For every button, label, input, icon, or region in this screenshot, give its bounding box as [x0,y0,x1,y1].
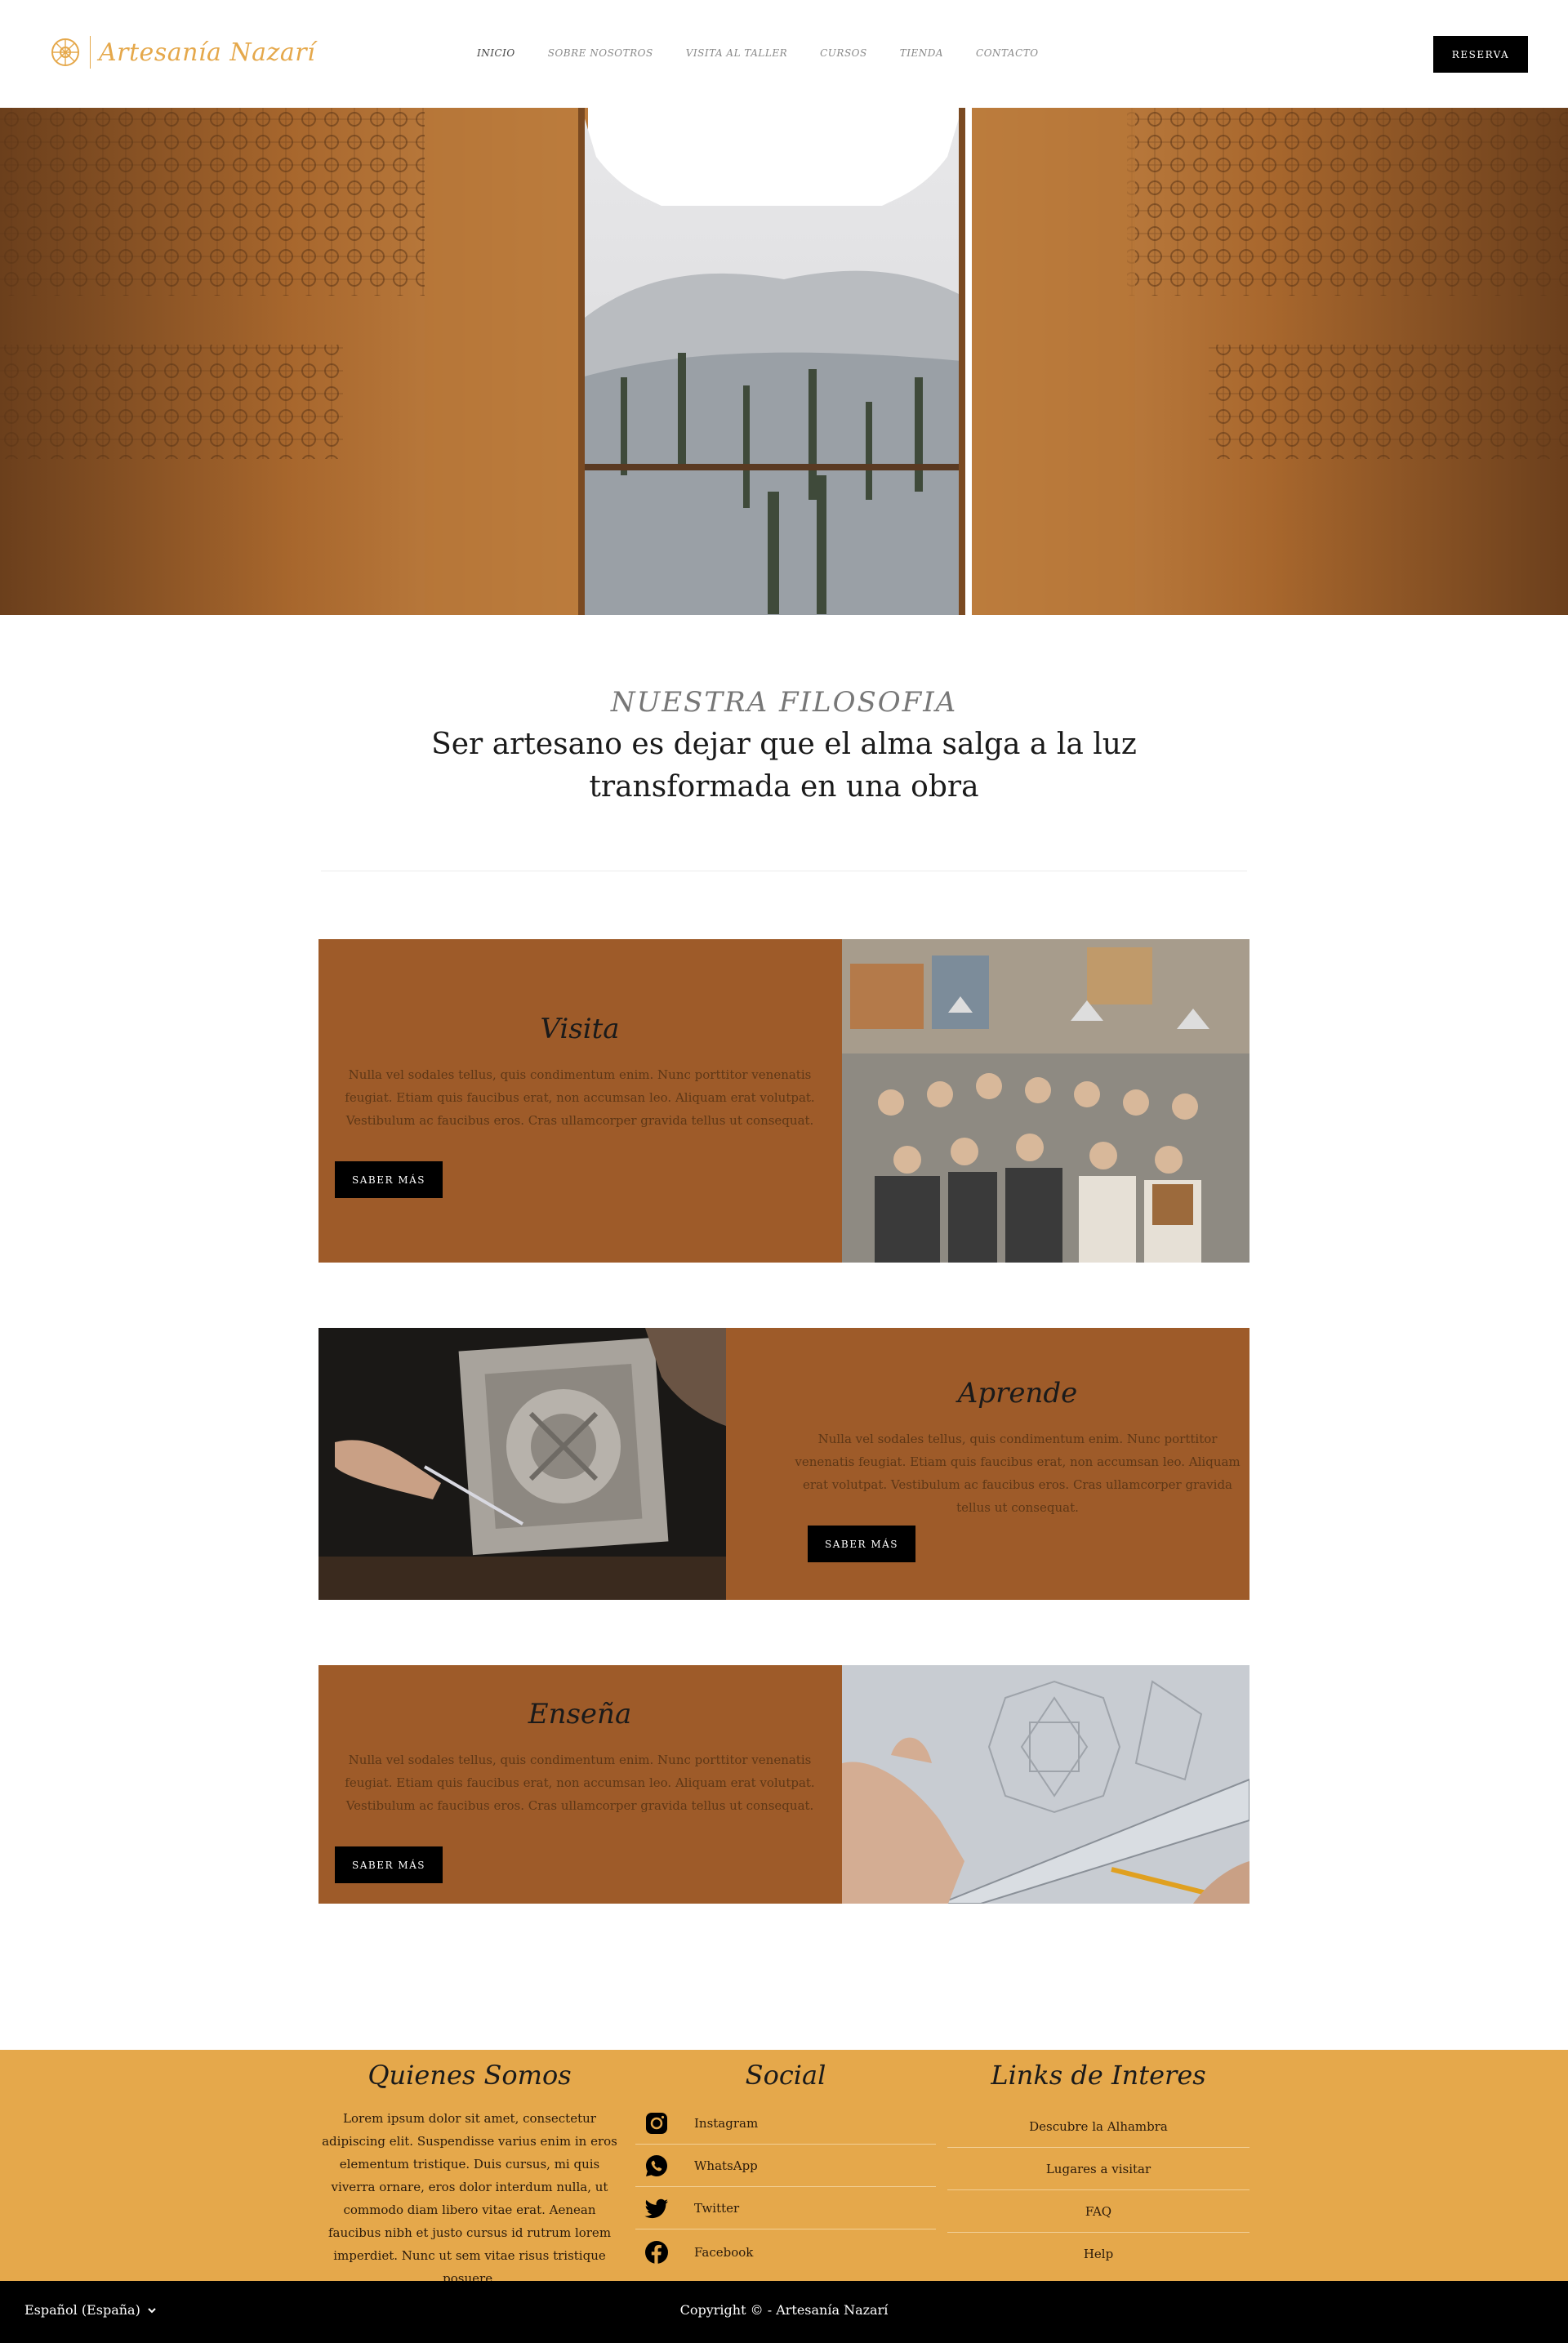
nav-item-contacto[interactable]: CONTACTO [976,47,1039,59]
carving-tile-illustration [318,1328,726,1600]
card-ensena-text: Enseña Nulla vel sodales tellus, quis co… [328,1698,831,1817]
language-selector[interactable]: Español (España) [24,2302,157,2318]
hero-image-alhambra-window [0,108,1568,615]
card-ensena-button[interactable]: SABER MÁS [335,1846,443,1883]
philosophy-title-line2: transformada en una obra [589,770,979,804]
card-visita: Visita Nulla vel sodales tellus, quis co… [318,939,1250,1263]
instagram-icon [646,2112,667,2134]
philosophy-kicker: NUESTRA FILOSOFIA [610,686,958,719]
footer-links-title: Links de Interes [991,2060,1206,2091]
nav-item-tienda[interactable]: TIENDA [900,47,943,59]
social-label-facebook: Facebook [694,2245,754,2260]
card-aprende-text: Aprende Nulla vel sodales tellus, quis c… [792,1377,1243,1519]
footer-about-title: Quienes Somos [368,2060,572,2091]
footer-link-faq[interactable]: FAQ [947,2190,1250,2233]
card-aprende-title: Aprende [957,1377,1078,1410]
main-nav: INICIO SOBRE NOSOTROS VISITA AL TALLER C… [477,47,1039,59]
philosophy-section: NUESTRA FILOSOFIA Ser artesano es dejar … [0,686,1568,808]
drawing-pattern-photo [842,1665,1250,1904]
hero-illustration [0,108,1568,615]
card-ensena: Enseña Nulla vel sodales tellus, quis co… [318,1665,1250,1904]
rosette-logo-icon [51,38,79,66]
card-ensena-body: Nulla vel sodales tellus, quis condiment… [345,1753,815,1813]
card-aprende: Aprende Nulla vel sodales tellus, quis c… [318,1328,1250,1600]
language-label: Español (España) [24,2302,140,2318]
workshop-group-photo [842,939,1250,1263]
reserve-button[interactable]: RESERVA [1433,36,1528,73]
footer-link-lugares-visitar[interactable]: Lugares a visitar [947,2148,1250,2190]
logo-divider [90,36,91,69]
social-link-twitter[interactable]: Twitter [635,2187,936,2229]
nav-item-sobre-nosotros[interactable]: SOBRE NOSOTROS [548,47,653,59]
footer-social-title: Social [745,2060,826,2091]
site-header: Artesanía Nazarí INICIO SOBRE NOSOTROS V… [0,0,1568,108]
chevron-down-icon [148,2307,156,2313]
card-visita-text: Visita Nulla vel sodales tellus, quis co… [328,1013,831,1132]
social-link-whatsapp[interactable]: WhatsApp [635,2145,936,2187]
social-label-instagram: Instagram [694,2115,759,2131]
card-ensena-title: Enseña [528,1698,632,1731]
card-visita-body: Nulla vel sodales tellus, quis condiment… [345,1067,815,1128]
social-link-facebook[interactable]: Facebook [635,2231,936,2274]
workshop-group-illustration [842,939,1250,1263]
site-footer: Quienes Somos Lorem ipsum dolor sit amet… [0,2050,1568,2286]
card-aprende-button[interactable]: SABER MÁS [808,1526,915,1562]
social-label-twitter: Twitter [694,2200,740,2216]
card-aprende-body: Nulla vel sodales tellus, quis condiment… [795,1432,1241,1515]
copyright-text: Copyright © - Artesanía Nazarí [679,2302,889,2318]
whatsapp-icon [646,2154,667,2176]
footer-link-descubre-alhambra[interactable]: Descubre la Alhambra [947,2105,1250,2148]
facebook-icon [645,2241,668,2264]
brand-logo[interactable]: Artesanía Nazarí [51,36,315,69]
bottom-bar: Copyright © - Artesanía Nazarí Español (… [0,2281,1568,2343]
philosophy-title-line1: Ser artesano es dejar que el alma salga … [431,728,1137,761]
nav-item-cursos[interactable]: CURSOS [820,47,867,59]
footer-link-help[interactable]: Help [947,2233,1250,2275]
social-label-whatsapp: WhatsApp [694,2158,758,2173]
footer-about-text: Lorem ipsum dolor sit amet, consectetur … [322,2111,617,2286]
drawing-pattern-illustration [842,1665,1250,1904]
card-visita-button[interactable]: SABER MÁS [335,1161,443,1198]
carving-tile-photo [318,1328,726,1600]
nav-item-inicio[interactable]: INICIO [477,47,515,59]
twitter-icon [644,2198,668,2218]
card-visita-title: Visita [540,1013,620,1045]
brand-name: Artesanía Nazarí [99,38,316,67]
nav-item-visita-al-taller[interactable]: VISITA AL TALLER [686,47,787,59]
social-link-instagram[interactable]: Instagram [635,2102,936,2145]
